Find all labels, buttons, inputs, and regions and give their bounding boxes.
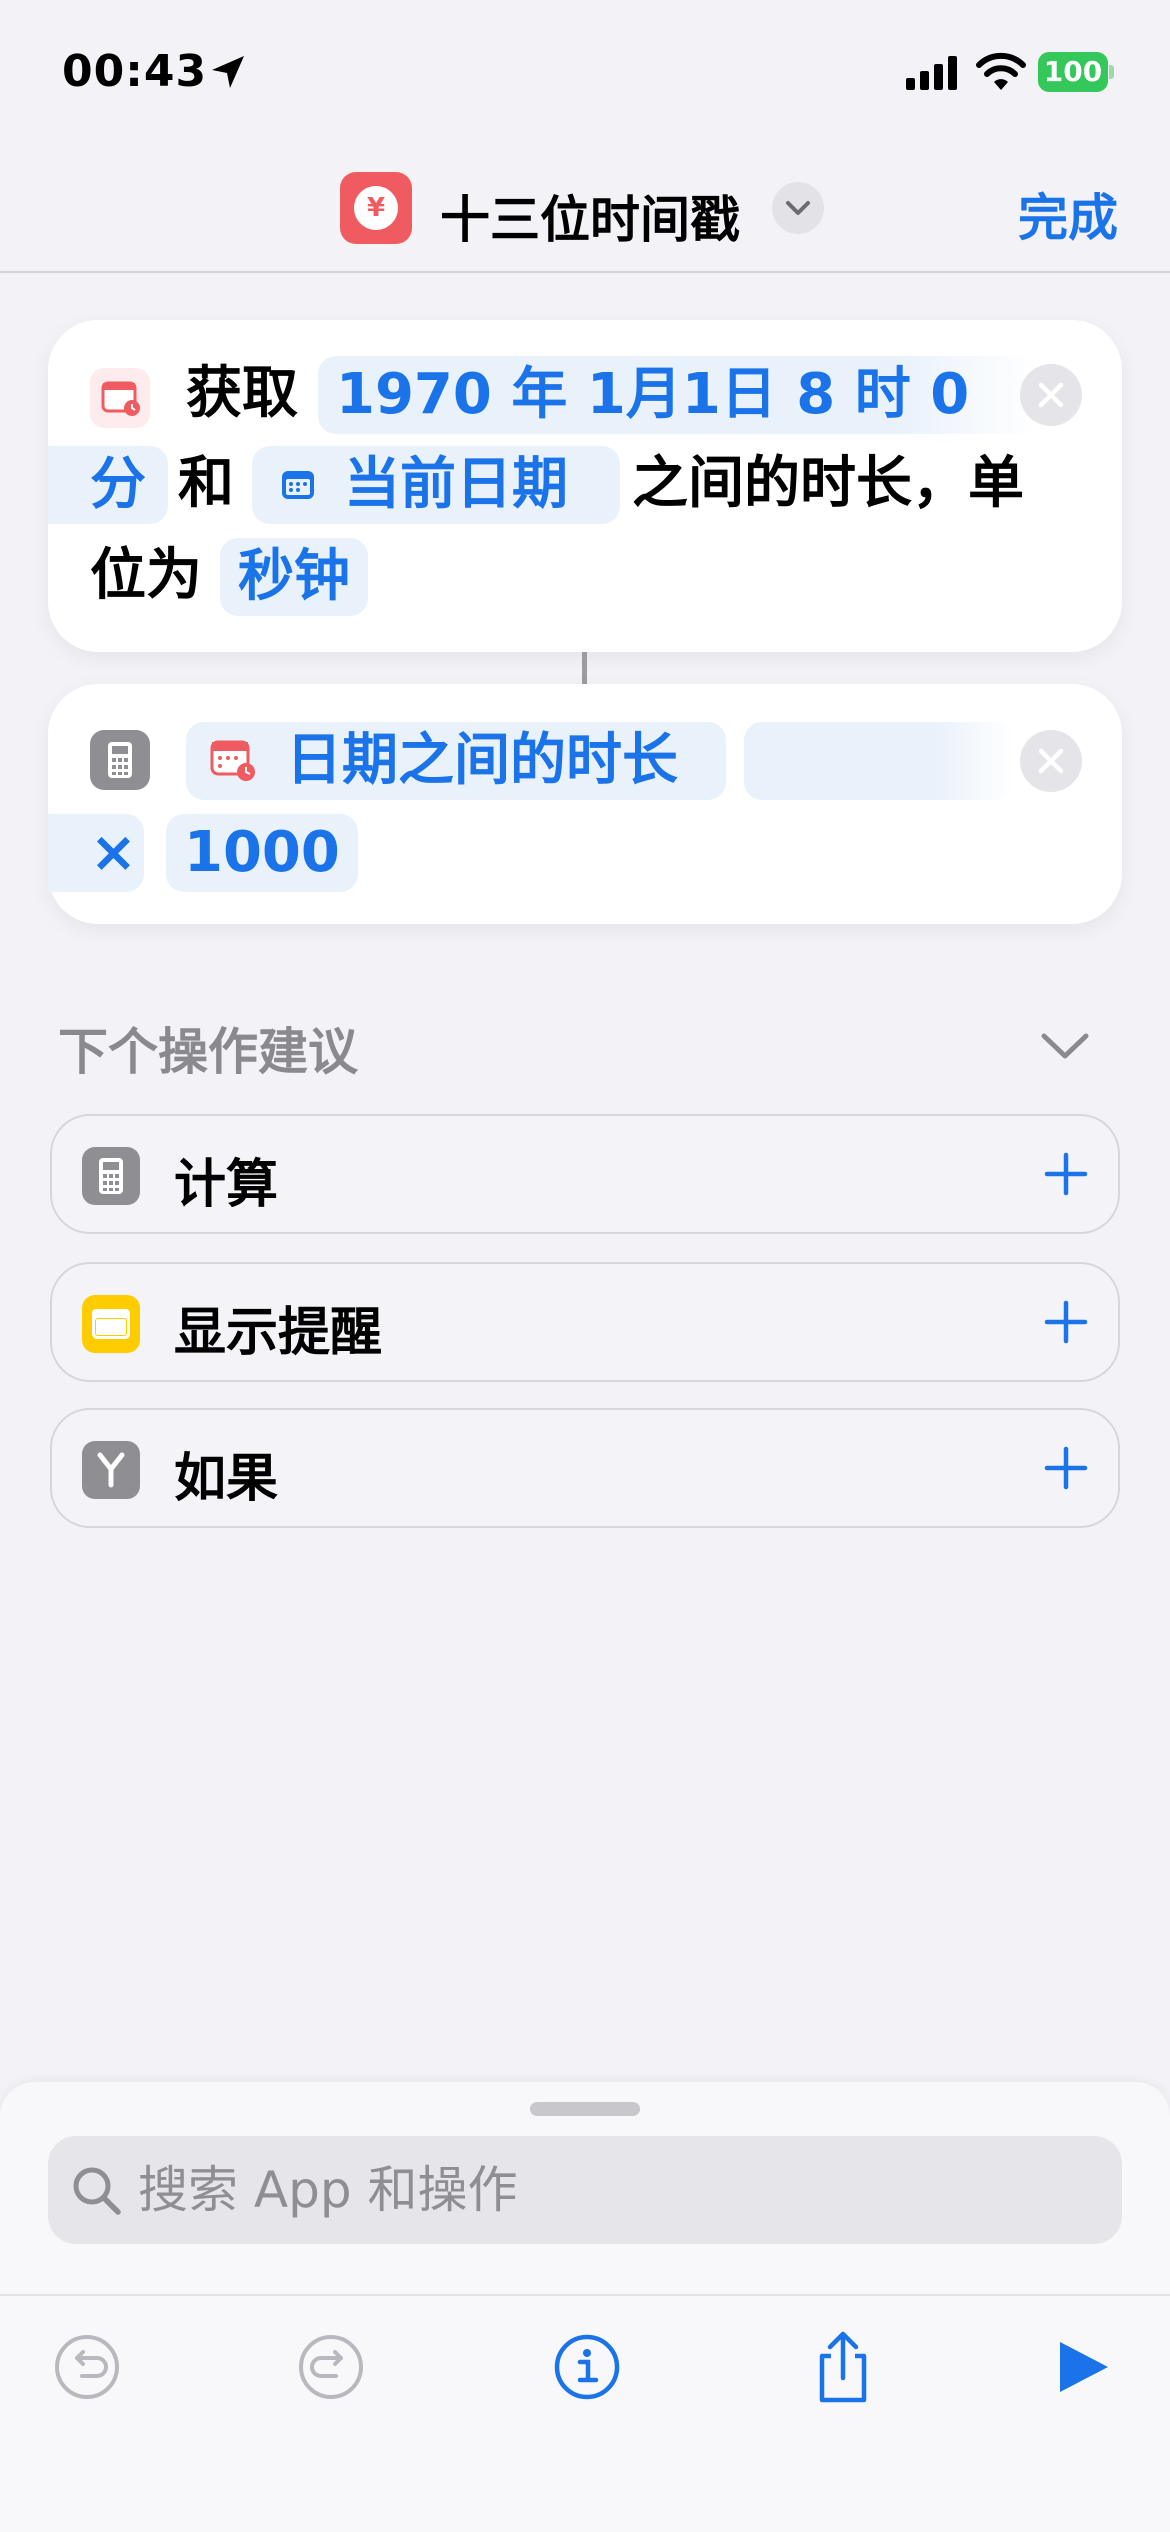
search-field[interactable] (48, 2136, 1122, 2244)
cellular-signal-icon (906, 56, 957, 90)
get-label: 获取 (186, 361, 298, 426)
done-button[interactable]: 完成 (1018, 178, 1118, 250)
suggestion-item-if[interactable]: 如果 (50, 1408, 1120, 1528)
alert-icon (82, 1295, 140, 1353)
action-card-time-between-dates[interactable]: 获取 1970 年 1月1日 8 时 0 分 和 当前日期 之间的时长，单 位为… (48, 320, 1122, 652)
run-button[interactable] (1036, 2322, 1126, 2412)
current-date-label: 当前日期 (344, 452, 568, 517)
battery-level: 100 (1038, 52, 1108, 92)
plus-icon[interactable] (1044, 1300, 1088, 1344)
suggestion-label: 计算 (174, 1155, 279, 1215)
unit-prefix-label: 位为 (90, 543, 202, 608)
start-date-token[interactable]: 1970 年 1月1日 8 时 0 (318, 356, 1038, 434)
chevron-down-icon[interactable] (1040, 1030, 1090, 1062)
chevron-down-icon (786, 201, 810, 215)
start-date-token-continued[interactable]: 分 (48, 446, 168, 524)
variable-option-token[interactable] (744, 722, 1014, 800)
if-branch-icon (82, 1441, 140, 1499)
plus-icon[interactable] (1044, 1446, 1088, 1490)
redo-button[interactable] (286, 2322, 376, 2412)
wifi-icon (976, 52, 1026, 90)
battery-tip (1109, 65, 1114, 79)
suggestions-header: 下个操作建议 (58, 1023, 358, 1081)
search-icon (73, 2167, 121, 2215)
info-button[interactable] (542, 2322, 632, 2412)
suggestion-item-show-alert[interactable]: 显示提醒 (50, 1262, 1120, 1382)
calendar-icon (282, 471, 314, 499)
battery-indicator: 100 (1038, 52, 1114, 92)
remove-action-button[interactable] (1020, 730, 1082, 792)
current-date-token[interactable]: 当前日期 (252, 446, 620, 524)
close-icon (1038, 748, 1064, 774)
calculator-icon (90, 730, 150, 790)
and-label: 和 (178, 451, 234, 516)
status-bar: 00:43 100 (0, 0, 1170, 140)
suggestion-item-calculate[interactable]: 计算 (50, 1114, 1120, 1234)
title-menu-chevron-button[interactable] (772, 182, 824, 234)
toolbar-divider (0, 2294, 1170, 2296)
redo-icon (299, 2335, 363, 2399)
between-label: 之间的时长，单 (632, 451, 1024, 516)
duration-variable-label: 日期之间的时长 (286, 728, 678, 793)
operand-token[interactable]: 1000 (166, 814, 358, 892)
duration-variable-token[interactable]: 日期之间的时长 (186, 722, 726, 800)
info-icon (554, 2334, 620, 2400)
share-button[interactable] (798, 2322, 888, 2412)
action-connector (582, 652, 587, 684)
share-icon (819, 2331, 867, 2403)
location-arrow-icon (212, 56, 244, 88)
unit-token[interactable]: 秒钟 (220, 538, 368, 616)
status-time: 00:43 (62, 46, 208, 97)
remove-action-button[interactable] (1020, 364, 1082, 426)
nav-bar: ¥ 十三位时间戳 完成 (0, 140, 1170, 273)
search-input[interactable] (138, 2154, 1038, 2226)
action-card-calculate[interactable]: 日期之间的时长 × 1000 (48, 684, 1122, 924)
undo-icon (55, 2335, 119, 2399)
actions-bottom-sheet (0, 2082, 1170, 2532)
calendar-icon (90, 368, 150, 428)
play-icon (1060, 2342, 1108, 2392)
calendar-icon (210, 740, 255, 781)
shortcut-title[interactable]: 十三位时间戳 (440, 180, 740, 252)
close-icon (1038, 382, 1064, 408)
sheet-grabber[interactable] (530, 2102, 640, 2116)
calculator-icon (82, 1147, 140, 1205)
yen-coin-icon: ¥ (354, 186, 398, 230)
operator-token[interactable]: × (48, 814, 144, 892)
plus-icon[interactable] (1044, 1152, 1088, 1196)
suggestion-label: 显示提醒 (174, 1303, 383, 1363)
undo-button[interactable] (42, 2322, 132, 2412)
shortcut-app-icon[interactable]: ¥ (340, 172, 412, 244)
screen: 00:43 100 ¥ 十三位时间戳 完成 获取 1970 年 1月1日 8 时… (0, 0, 1170, 2532)
suggestion-label: 如果 (174, 1449, 279, 1509)
